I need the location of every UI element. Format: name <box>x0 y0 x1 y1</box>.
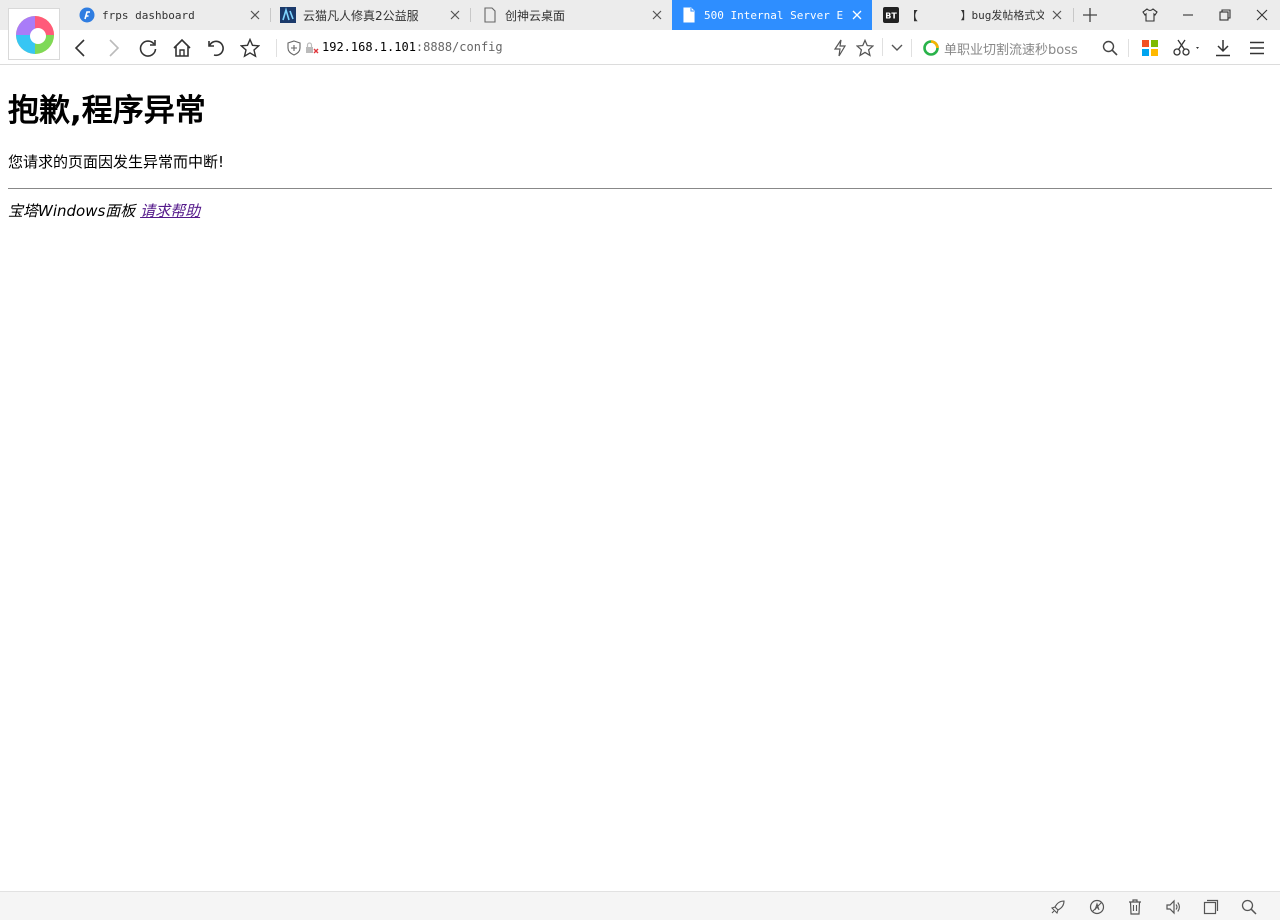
tab-500-error[interactable]: 500 Internal Server Err <box>672 0 872 30</box>
block-button[interactable] <box>1088 898 1106 916</box>
zoom-icon <box>1241 899 1257 915</box>
address-bar[interactable]: 192.168.1.101:8888/config <box>286 36 906 60</box>
close-icon[interactable] <box>850 8 864 22</box>
search-engine-icon <box>922 39 940 61</box>
rocket-icon <box>1050 900 1065 915</box>
speaker-icon <box>1166 899 1180 915</box>
search-placeholder: 单职业切割流速秒boss <box>944 43 1078 58</box>
svg-text:BT: BT <box>885 12 897 21</box>
search-button[interactable] <box>1098 36 1122 60</box>
toolbar-separator <box>276 39 277 57</box>
footer-line: 宝塔Windows面板 请求帮助 <box>8 201 1272 221</box>
back-button[interactable] <box>68 36 92 60</box>
tab-title: frps dashboard <box>102 8 195 22</box>
restore-button[interactable] <box>1207 0 1243 30</box>
page-title: 抱歉,程序异常 <box>8 93 206 129</box>
zoom-button[interactable] <box>1240 898 1258 916</box>
tab-yunmao[interactable]: 云猫凡人修真2公益服 <box>271 0 470 30</box>
tab-separator <box>470 8 471 22</box>
minimize-icon <box>1183 14 1193 16</box>
restore-icon <box>1219 9 1231 21</box>
close-icon[interactable] <box>248 8 262 22</box>
star-icon <box>240 38 260 58</box>
browser-logo[interactable] <box>8 8 60 60</box>
arrow-right-icon <box>109 39 120 57</box>
close-icon[interactable] <box>448 8 462 22</box>
download-icon <box>1216 40 1230 57</box>
site-logo-icon <box>280 7 296 23</box>
shield-icon <box>286 40 302 60</box>
tab-title: 500 Internal Server Err <box>704 8 844 22</box>
help-link[interactable]: 请求帮助 <box>140 202 200 220</box>
search-icon <box>1102 40 1118 56</box>
reload-button[interactable] <box>136 36 160 60</box>
close-icon <box>1256 9 1268 21</box>
favorite-star-icon[interactable] <box>855 38 875 61</box>
tab-title: 【 】bug发帖格式文 <box>906 7 1044 24</box>
tab-title: 创神云桌面 <box>505 8 566 23</box>
hamburger-menu-icon <box>1250 41 1264 55</box>
url-text: 192.168.1.101:8888/config <box>322 40 503 54</box>
undo-icon <box>208 40 224 57</box>
trash-icon <box>1129 899 1141 915</box>
close-window-button[interactable] <box>1244 0 1280 30</box>
close-icon[interactable] <box>1050 8 1064 22</box>
adblock-icon <box>1089 899 1105 915</box>
skin-button[interactable] <box>1132 0 1168 30</box>
reload-icon <box>139 40 157 57</box>
menu-button[interactable] <box>1245 36 1269 60</box>
insecure-lock-icon <box>304 40 320 60</box>
shirt-icon <box>1142 8 1158 22</box>
error-page: 抱歉,程序异常 您请求的页面因发生异常而中断! 宝塔Windows面板 请求帮助 <box>8 65 1272 221</box>
home-button[interactable] <box>170 36 194 60</box>
tab-frps-dashboard[interactable]: frps dashboard <box>70 0 270 30</box>
home-icon <box>173 38 191 57</box>
browser-logo-icon <box>16 16 54 54</box>
plus-icon <box>1083 8 1097 22</box>
chevron-down-icon[interactable] <box>889 40 905 60</box>
frps-logo-icon <box>79 7 95 23</box>
tab-bug-post[interactable]: BT 【 】bug发帖格式文 <box>874 0 1072 30</box>
apps-grid-icon <box>1142 40 1158 56</box>
url-host: 192.168.1.101 <box>322 40 416 54</box>
tab-title: 云猫凡人修真2公益服 <box>303 8 419 23</box>
navigation-toolbar: 192.168.1.101:8888/config 单职业切割流速秒boss <box>0 30 1280 65</box>
tab-title-end: 】bug发帖格式文 <box>960 8 1044 22</box>
search-input[interactable]: 单职业切割流速秒boss <box>922 36 1122 60</box>
bookmarks-button[interactable] <box>238 36 262 60</box>
forward-button[interactable] <box>102 36 126 60</box>
minimize-button[interactable] <box>1170 0 1206 30</box>
url-path: :8888/config <box>415 40 503 54</box>
undo-close-button[interactable] <box>204 36 228 60</box>
error-message: 您请求的页面因发生异常而中断! <box>8 153 225 171</box>
tab-title-start: 【 <box>906 8 919 23</box>
page-icon <box>681 7 697 23</box>
close-icon[interactable] <box>650 8 664 22</box>
accelerate-button[interactable] <box>1049 898 1067 916</box>
toolbar-separator <box>911 39 912 57</box>
toolbar-separator <box>1128 39 1129 57</box>
bt-logo-icon: BT <box>883 7 899 23</box>
divider <box>8 188 1272 189</box>
screenshot-button[interactable] <box>1170 36 1204 60</box>
new-tab-button[interactable] <box>1072 0 1108 30</box>
window-button[interactable] <box>1202 898 1220 916</box>
apps-button[interactable] <box>1138 36 1162 60</box>
address-separator <box>882 38 883 56</box>
window-icon <box>1203 899 1219 915</box>
lightning-icon[interactable] <box>831 39 849 61</box>
downloads-button[interactable] <box>1211 36 1235 60</box>
tab-strip: frps dashboard 云猫凡人修真2公益服 创神云桌面 500 Inte… <box>0 0 1280 60</box>
tab-chuangshen[interactable]: 创神云桌面 <box>473 0 672 30</box>
scissors-icon <box>1173 39 1199 56</box>
mute-button[interactable] <box>1164 898 1182 916</box>
footer-text: 宝塔Windows面板 <box>8 202 136 220</box>
status-bar <box>0 891 1280 920</box>
arrow-left-icon <box>74 39 85 57</box>
page-icon <box>482 7 498 23</box>
clear-data-button[interactable] <box>1126 898 1144 916</box>
